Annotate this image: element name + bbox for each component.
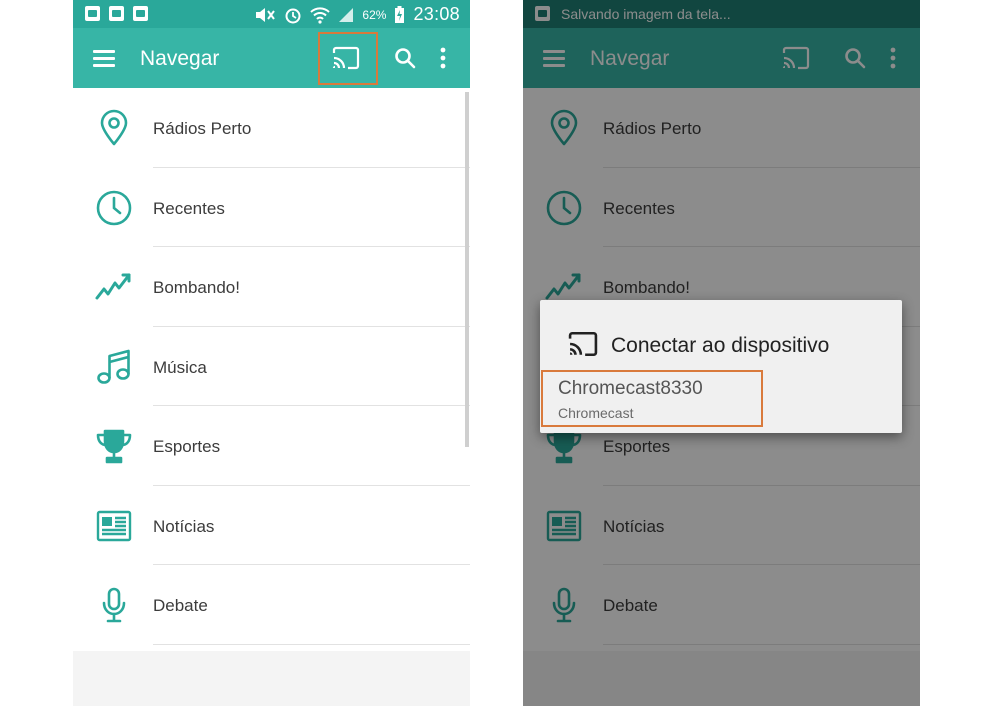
list-item-label: Esportes [153, 437, 221, 456]
location-pin-icon [100, 109, 128, 146]
status-bar: 62% 23:08 [73, 0, 470, 28]
menu-icon[interactable] [93, 50, 115, 67]
battery-charging-icon [395, 5, 405, 23]
more-options-icon[interactable] [440, 47, 446, 69]
list-item-label: Notícias [153, 516, 215, 536]
alarm-icon [285, 8, 301, 23]
list-item-label: Recentes [153, 198, 225, 218]
cast-icon [568, 331, 598, 357]
briefcase-notification-icon [109, 6, 124, 21]
music-note-icon [97, 349, 130, 384]
list-item-recentes[interactable]: Recentes [73, 168, 470, 247]
dialog-title: Conectar ao dispositivo [611, 334, 830, 357]
list-item-label: Debate [153, 596, 208, 615]
newspaper-icon [96, 510, 132, 541]
list-item-label: Música [153, 357, 207, 377]
divider [153, 643, 470, 645]
list-item-label: Bombando! [153, 278, 240, 297]
list-item-label: Rádios Perto [153, 119, 252, 138]
trending-icon [95, 273, 131, 300]
clock-time: 23:08 [413, 4, 460, 24]
list-item-bombando[interactable]: Bombando! [73, 247, 470, 327]
scrollbar[interactable] [465, 92, 469, 447]
microphone-icon [102, 587, 126, 623]
cast-button-highlight [318, 32, 378, 85]
list-item-radios-perto[interactable]: Rádios Perto [73, 88, 470, 168]
wifi-icon [310, 6, 331, 24]
list-item-esportes[interactable]: Esportes [73, 406, 470, 486]
list-item-noticias[interactable]: Notícias [73, 486, 470, 565]
signal-icon [339, 7, 354, 22]
mute-icon [256, 7, 276, 22]
toolbar-title: Navegar [140, 47, 220, 70]
right-phone-screen: Salvando imagem da tela... Navegar Rádio… [523, 0, 920, 706]
battery-percent: 62% [362, 7, 387, 22]
briefcase-notification-icon [133, 6, 148, 21]
gallery-notification-icon [85, 6, 100, 21]
device-option-highlight [541, 370, 763, 427]
clock-icon [96, 190, 132, 225]
trophy-icon [96, 429, 132, 464]
navigation-list: Rádios Perto Recentes Bombando! Música E… [73, 88, 470, 645]
list-item-musica[interactable]: Música [73, 327, 470, 406]
app-toolbar: Navegar [73, 28, 470, 88]
search-icon[interactable] [394, 47, 416, 69]
list-item-debate[interactable]: Debate [73, 565, 470, 645]
bottom-area [73, 651, 470, 706]
left-phone-screen: 62% 23:08 Navegar Rádios Perto Recentes … [73, 0, 470, 706]
